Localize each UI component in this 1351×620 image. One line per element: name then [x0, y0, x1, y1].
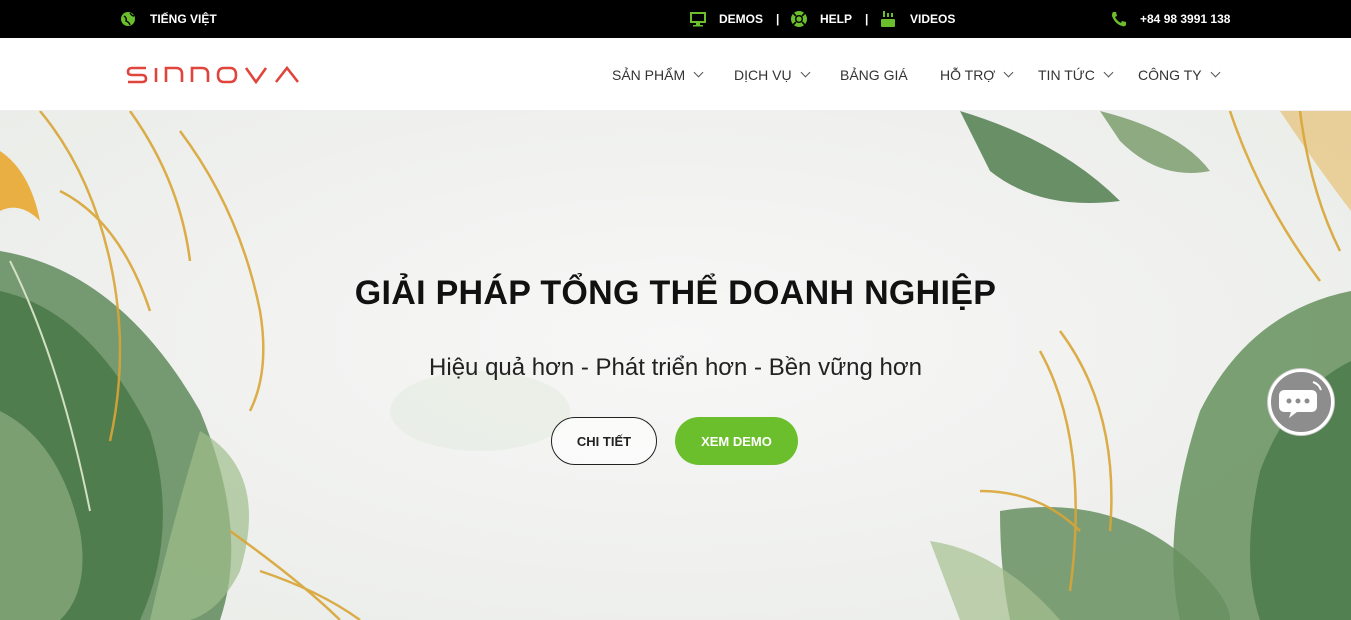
separator: |: [776, 12, 780, 26]
nav-services[interactable]: DỊCH VỤ: [734, 38, 811, 111]
monitor-icon: [690, 12, 706, 27]
demos-label: DEMOS: [719, 12, 764, 26]
lifebuoy-icon: [791, 11, 807, 27]
nav-company[interactable]: CÔNG TY: [1138, 38, 1220, 111]
chevron-down-icon: [1103, 67, 1114, 78]
nav-label: CÔNG TY: [1138, 66, 1202, 83]
help-label: HELP: [820, 12, 853, 26]
nav-label: BẢNG GIÁ: [840, 66, 908, 83]
help-link[interactable]: HELP: [790, 0, 852, 38]
nav-support[interactable]: HỖ TRỢ: [940, 38, 1014, 111]
detail-button[interactable]: CHI TIẾT: [551, 417, 657, 465]
view-demo-button[interactable]: XEM DEMO: [675, 417, 798, 465]
nav-label: HỖ TRỢ: [940, 66, 996, 83]
chevron-down-icon: [693, 67, 704, 78]
language-label: TIẾNG VIỆT: [150, 12, 217, 26]
separator: |: [865, 12, 869, 26]
chevron-down-icon: [1003, 67, 1014, 78]
hero-banner: GIẢI PHÁP TỔNG THỂ DOANH NGHIỆP Hiệu quả…: [0, 111, 1351, 620]
top-bar: TIẾNG VIỆT DEMOS | HELP | VIDEOS +84 98 …: [0, 0, 1351, 38]
nav-label: DỊCH VỤ: [734, 66, 792, 83]
main-header: SẢN PHẨM DỊCH VỤ BẢNG GIÁ HỖ TRỢ TIN TỨC…: [0, 38, 1351, 111]
phone-number: +84 98 3991 138: [1140, 12, 1231, 26]
hero-subtitle: Hiệu quả hơn - Phát triển hơn - Bền vững…: [429, 354, 922, 381]
language-switcher[interactable]: TIẾNG VIỆT: [120, 0, 217, 38]
phone-icon: [1112, 12, 1126, 27]
phone-link[interactable]: +84 98 3991 138: [1110, 0, 1230, 38]
nav-products[interactable]: SẢN PHẨM: [612, 38, 704, 111]
videos-link[interactable]: VIDEOS: [880, 0, 955, 38]
nav-pricing[interactable]: BẢNG GIÁ: [840, 38, 908, 111]
nav-label: TIN TỨC: [1038, 66, 1095, 83]
videos-label: VIDEOS: [910, 12, 956, 26]
chat-bubble-icon: [1279, 381, 1322, 418]
sinnova-logo: [126, 65, 300, 85]
nav-news[interactable]: TIN TỨC: [1038, 38, 1114, 111]
chat-widget-button[interactable]: [1268, 369, 1334, 435]
chevron-down-icon: [800, 67, 811, 78]
hero-title: GIẢI PHÁP TỔNG THỂ DOANH NGHIỆP: [354, 274, 997, 312]
nav-label: SẢN PHẨM: [612, 66, 686, 83]
demos-link[interactable]: DEMOS: [689, 0, 763, 38]
logo[interactable]: [126, 64, 302, 92]
globe-icon: [121, 12, 135, 26]
youtube-icon: [881, 11, 895, 27]
chevron-down-icon: [1210, 67, 1220, 78]
